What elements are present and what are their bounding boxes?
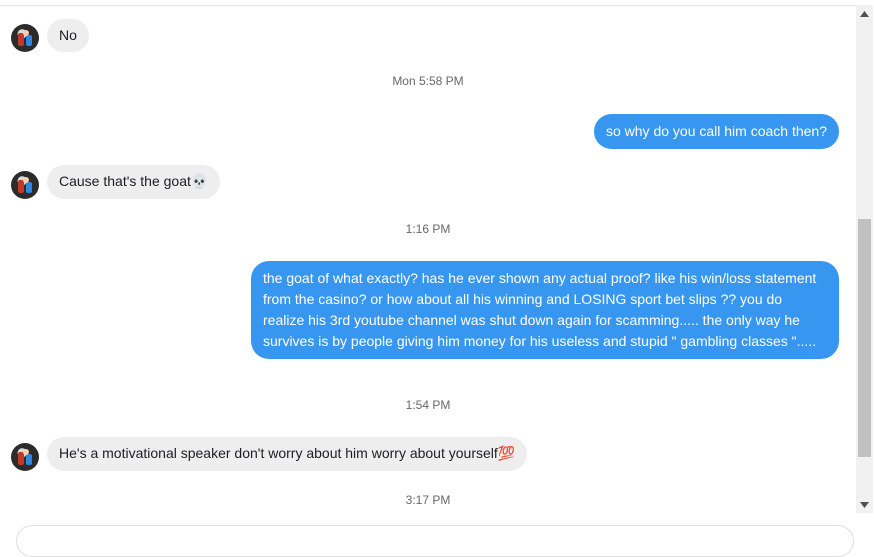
scroll-thumb[interactable] (858, 219, 871, 457)
triangle-down-icon (860, 501, 869, 508)
timestamp: Mon 5:58 PM (392, 74, 464, 88)
message-text: the goat of what exactly? has he ever sh… (263, 270, 817, 349)
incoming-message[interactable]: Cause that's the goat💀 (47, 165, 221, 199)
scroll-up-button[interactable] (856, 5, 873, 22)
outgoing-message[interactable]: the goat of what exactly? has he ever sh… (251, 261, 839, 359)
message-text: No (59, 27, 77, 43)
timestamp: 1:16 PM (405, 222, 451, 236)
message-composer[interactable] (16, 525, 854, 557)
skull-emoji: 💀 (190, 174, 209, 190)
message-text: He's a motivational speaker don't worry … (59, 445, 498, 461)
incoming-message[interactable]: He's a motivational speaker don't worry … (47, 437, 528, 471)
message-thread[interactable]: No Mon 5:58 PM so why do you call him co… (0, 6, 856, 533)
message-text: Cause that's the goat (59, 173, 191, 189)
scroll-down-button[interactable] (856, 496, 873, 513)
contact-avatar[interactable] (11, 171, 39, 199)
timestamp: 1:54 PM (405, 398, 451, 412)
timestamp: 3:17 PM (405, 493, 451, 507)
contact-avatar[interactable] (11, 443, 39, 471)
contact-avatar[interactable] (11, 24, 39, 52)
outgoing-message[interactable]: so why do you call him coach then? (593, 114, 839, 149)
hundred-points-emoji: 💯 (497, 446, 516, 462)
message-text: so why do you call him coach then? (605, 123, 827, 139)
triangle-up-icon (860, 10, 869, 17)
scrollbar[interactable] (856, 5, 873, 513)
incoming-message[interactable]: No (47, 19, 89, 52)
